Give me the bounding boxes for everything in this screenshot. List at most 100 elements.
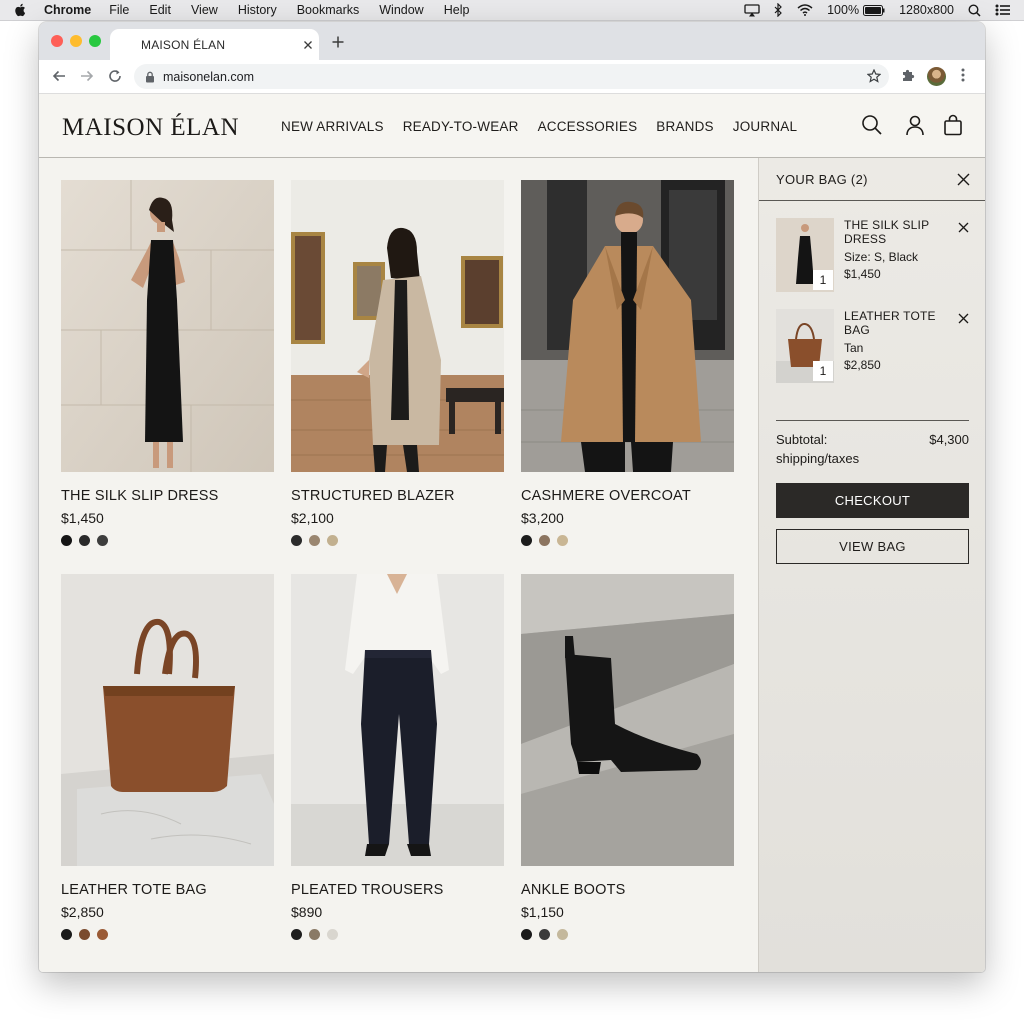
menu-edit[interactable]: Edit [149,3,171,17]
minimize-window-button[interactable] [70,35,82,47]
nav-accessories[interactable]: ACCESSORIES [538,119,638,134]
product-image-ankle-boots[interactable] [521,574,734,866]
color-swatch[interactable] [79,929,90,940]
airplay-icon[interactable] [744,3,760,17]
product-name[interactable]: CASHMERE OVERCOAT [521,488,734,504]
spotlight-search-icon[interactable] [968,3,981,17]
product-name[interactable]: STRUCTURED BLAZER [291,488,504,504]
product-name[interactable]: LEATHER TOTE BAG [61,882,274,898]
color-swatch[interactable] [79,535,90,546]
search-icon[interactable] [861,114,883,136]
color-swatch[interactable] [327,535,338,546]
product-card-leather-tote-bag[interactable]: LEATHER TOTE BAG $2,850 [61,574,274,940]
menu-view[interactable]: View [191,3,218,17]
nav-new-arrivals[interactable]: NEW ARRIVALS [281,119,384,134]
color-swatch[interactable] [539,535,550,546]
bag-item-quantity: 1 [813,361,833,381]
product-image-cashmere-overcoat[interactable] [521,180,734,472]
back-icon[interactable] [51,68,67,84]
color-swatch[interactable] [61,929,72,940]
nav-ready-to-wear[interactable]: READY-TO-WEAR [403,119,519,134]
address-bar[interactable]: maisonelan.com [134,64,889,89]
resolution-readout: 1280x800 [899,3,954,17]
apple-icon[interactable] [14,3,28,17]
product-name[interactable]: PLEATED TROUSERS [291,882,504,898]
product-price: $2,850 [61,904,104,920]
lock-icon[interactable] [145,71,155,83]
color-swatch[interactable] [309,929,320,940]
shopping-bag-panel: YOUR BAG (2) 1 THE SILK SLIP DRESS Size:… [758,158,985,972]
checkout-button[interactable]: CHECKOUT [776,483,969,518]
color-swatch[interactable] [521,535,532,546]
site-logo[interactable]: MAISON ÉLAN [62,114,239,142]
bag-item-details: THE SILK SLIP DRESS Size: S, Black $1,45… [844,218,954,281]
nav-brands[interactable]: BRANDS [656,119,713,134]
bag-item-silk-slip-dress: 1 THE SILK SLIP DRESS Size: S, Black $1,… [776,218,969,292]
menu-app-name[interactable]: Chrome [44,3,91,17]
bluetooth-icon[interactable] [774,3,783,17]
bag-item-name[interactable]: LEATHER TOTE BAG [844,309,954,337]
product-price: $890 [291,904,323,920]
bag-header: YOUR BAG (2) [759,158,985,201]
product-image-pleated-trousers[interactable] [291,574,504,866]
product-card-cashmere-overcoat[interactable]: CASHMERE OVERCOAT $3,200 [521,180,734,546]
wifi-icon[interactable] [797,4,813,16]
color-swatches [61,929,274,940]
forward-icon[interactable] [79,68,95,84]
product-card-silk-slip-dress[interactable]: THE SILK SLIP DRESS $1,450 [61,180,274,546]
bag-item-leather-tote-bag: 1 LEATHER TOTE BAG Tan $2,850 [776,309,969,383]
view-bag-button[interactable]: VIEW BAG [776,529,969,564]
control-center-icon[interactable] [995,4,1010,16]
color-swatch[interactable] [309,535,320,546]
color-swatch[interactable] [97,929,108,940]
remove-item-icon[interactable] [958,313,969,324]
battery-status[interactable]: 100% [827,3,885,17]
bag-subtotal: Subtotal: $4,300 shipping/taxes [776,432,969,466]
nav-journal[interactable]: JOURNAL [733,119,797,134]
shopping-bag-icon[interactable] [942,114,964,136]
color-swatch[interactable] [61,535,72,546]
reload-icon[interactable] [107,68,123,84]
close-bag-icon[interactable] [957,173,970,186]
close-window-button[interactable] [51,35,63,47]
color-swatch[interactable] [557,535,568,546]
bag-item-name[interactable]: THE SILK SLIP DRESS [844,218,954,246]
product-price: $1,150 [521,904,564,920]
color-swatch[interactable] [291,535,302,546]
menu-history[interactable]: History [238,3,277,17]
product-image-silk-slip-dress[interactable] [61,180,274,472]
color-swatch[interactable] [521,929,532,940]
product-name[interactable]: THE SILK SLIP DRESS [61,488,274,504]
extensions-puzzle-icon[interactable] [901,68,916,83]
new-tab-icon[interactable] [329,33,347,51]
profile-avatar[interactable] [927,67,946,86]
bag-item-variant: Size: S, Black [844,250,919,264]
account-icon[interactable] [904,114,926,136]
more-menu-icon[interactable] [961,68,965,82]
color-swatch[interactable] [539,929,550,940]
menu-bookmarks[interactable]: Bookmarks [297,3,360,17]
bag-item-quantity: 1 [813,270,833,290]
color-swatch[interactable] [291,929,302,940]
bag-divider [776,420,969,421]
menu-help[interactable]: Help [444,3,470,17]
menu-window[interactable]: Window [379,3,423,17]
remove-item-icon[interactable] [958,222,969,233]
color-swatch[interactable] [557,929,568,940]
product-image-structured-blazer[interactable] [291,180,504,472]
color-swatch[interactable] [327,929,338,940]
color-swatch[interactable] [97,535,108,546]
product-card-pleated-trousers[interactable]: PLEATED TROUSERS $890 [291,574,504,940]
tab-close-icon[interactable] [297,40,319,50]
url-text: maisonelan.com [163,69,255,84]
product-name[interactable]: ANKLE BOOTS [521,882,734,898]
color-swatches [291,929,504,940]
tab-maison-elan[interactable]: MAISON ÉLAN [110,29,319,60]
bookmark-star-icon[interactable] [867,69,881,83]
bag-item-variant: Tan [844,341,864,355]
zoom-window-button[interactable] [89,35,101,47]
product-card-structured-blazer[interactable]: STRUCTURED BLAZER $2,100 [291,180,504,546]
product-card-ankle-boots[interactable]: ANKLE BOOTS $1,150 [521,574,734,940]
product-image-leather-tote-bag[interactable] [61,574,274,866]
menu-file[interactable]: File [109,3,129,17]
